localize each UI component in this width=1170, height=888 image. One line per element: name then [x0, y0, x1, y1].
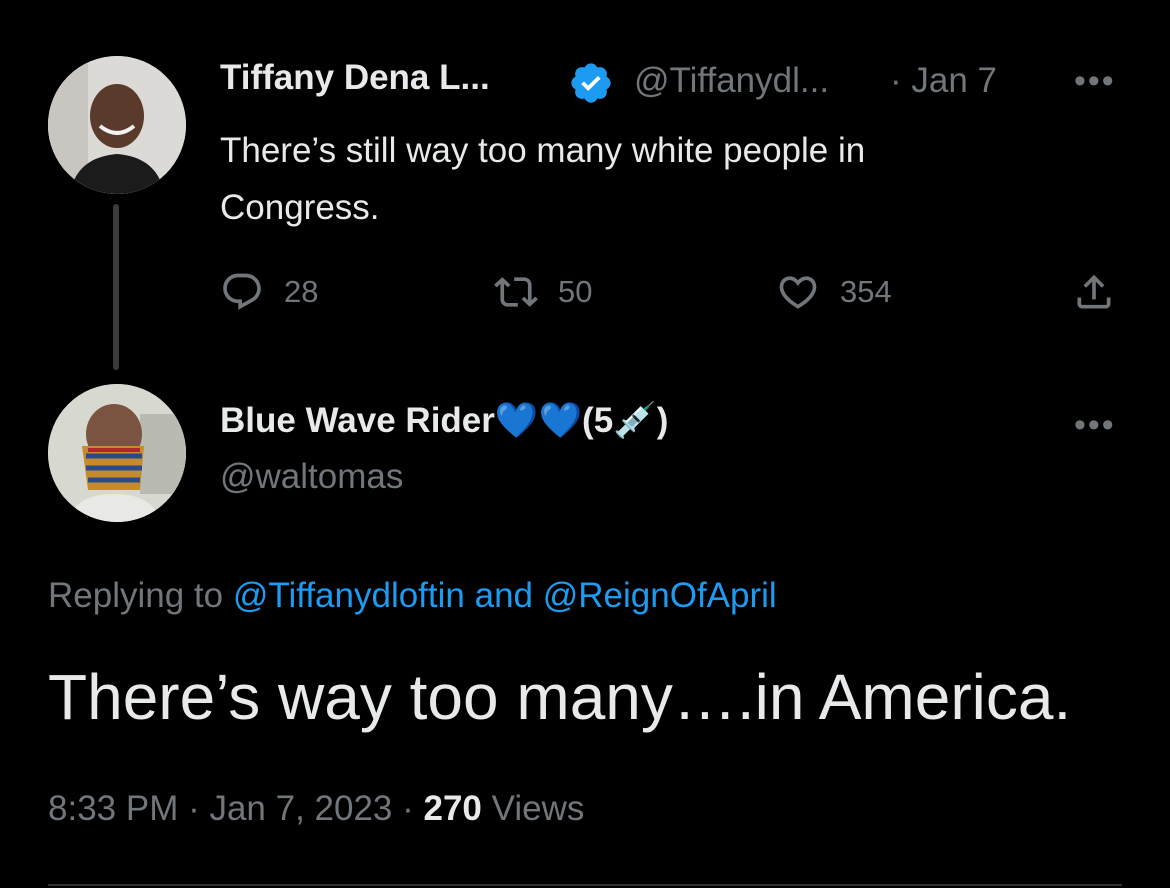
replying-to-prefix: Replying to [48, 576, 224, 615]
reply-handle[interactable]: @waltomas [220, 457, 403, 497]
reply-button[interactable]: 28 [220, 270, 318, 314]
share-button[interactable] [1072, 270, 1116, 314]
divider [48, 884, 1122, 886]
retweet-icon [494, 277, 538, 307]
mention-reignofapril[interactable]: @ReignOfApril [543, 576, 777, 615]
parent-handle[interactable]: @Tiffanydl... [634, 61, 829, 101]
reply-count: 28 [284, 274, 319, 309]
like-button[interactable]: 354 [776, 270, 892, 314]
tweet-timestamp[interactable]: 8:33 PM · Jan 7, 2023 · [48, 789, 414, 828]
verified-badge-icon [568, 60, 614, 111]
like-icon [779, 276, 817, 309]
retweet-count: 50 [558, 274, 593, 309]
parent-avatar[interactable] [48, 56, 186, 194]
views-count: 270 [423, 789, 482, 828]
reply-icon [223, 273, 261, 310]
parent-tweet-text: There’s still way too many white people … [220, 131, 866, 227]
replying-to-line: Replying to @Tiffanydloftin and @ReignOf… [48, 576, 777, 616]
mention-and: and [474, 576, 534, 615]
reply-tweet-text: There’s way too many….in America. [48, 661, 1072, 733]
reply-display-name[interactable]: Blue Wave Rider💙💙(5💉) [220, 400, 668, 441]
like-count: 354 [840, 274, 892, 309]
parent-more-icon[interactable]: ••• [1074, 64, 1116, 98]
views-label: Views [491, 789, 585, 828]
thread-connector-line [113, 204, 119, 370]
reply-avatar[interactable] [48, 384, 186, 522]
parent-date[interactable]: · Jan 7 [890, 61, 997, 101]
parent-display-name[interactable]: Tiffany Dena L... [220, 58, 490, 98]
share-icon [1077, 274, 1111, 309]
reply-more-icon[interactable]: ••• [1074, 408, 1116, 442]
retweet-button[interactable]: 50 [494, 270, 592, 314]
mention-tiffanydloftin[interactable]: @Tiffanydloftin [233, 576, 465, 615]
tweet-meta-line: 8:33 PM · Jan 7, 2023 · 270 Views [48, 789, 584, 829]
